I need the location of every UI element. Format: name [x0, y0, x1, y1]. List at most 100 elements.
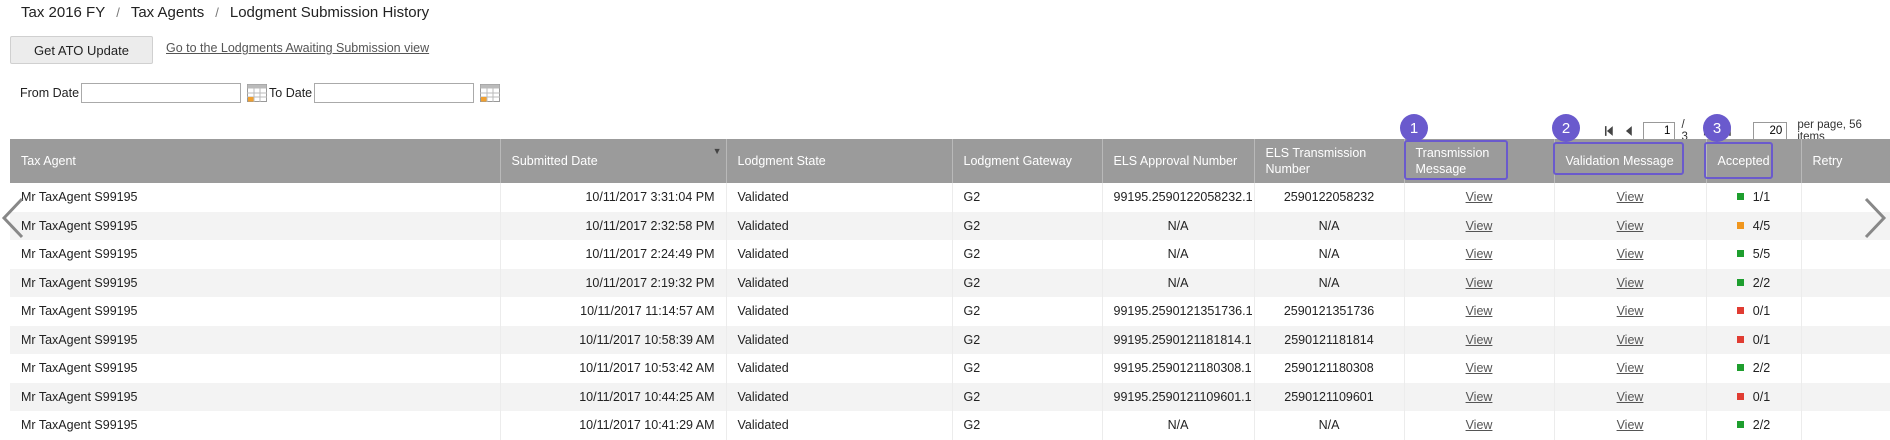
accepted-cell: 2/2: [1706, 268, 1802, 297]
transmission-message-view-link[interactable]: View: [1466, 276, 1493, 290]
retry-cell: [1801, 354, 1890, 383]
accepted-count: 2/2: [1752, 361, 1771, 376]
lodgment-gateway-cell: G2: [952, 325, 1103, 354]
validation-message-view-link[interactable]: View: [1617, 304, 1644, 318]
els-transmission-number-cell: 2590121180308: [1254, 354, 1405, 383]
accepted-count: 0/1: [1752, 332, 1771, 347]
scroll-right-arrow-icon[interactable]: [1862, 196, 1888, 240]
column-header-tax-agent[interactable]: Tax Agent: [10, 139, 501, 183]
els-transmission-number-cell: 2590121181814: [1254, 325, 1405, 354]
validation-message-view-link[interactable]: View: [1617, 418, 1644, 432]
lodgment-state-cell: Validated: [726, 411, 953, 440]
transmission-message-view-link[interactable]: View: [1466, 418, 1493, 432]
column-header-submitted-date[interactable]: Submitted Date ▼: [500, 139, 727, 183]
submitted-date-cell: 10/11/2017 10:58:39 AM: [500, 325, 727, 354]
status-green-icon: [1736, 278, 1744, 286]
submitted-date-cell: 10/11/2017 10:44:25 AM: [500, 382, 727, 411]
column-header-lodgment-state[interactable]: Lodgment State: [726, 139, 953, 183]
accepted-cell: 2/2: [1706, 411, 1802, 440]
validation-message-view-link[interactable]: View: [1617, 219, 1644, 233]
transmission-message-cell: View: [1404, 211, 1555, 240]
tax-agent-cell: Mr TaxAgent S99195: [10, 183, 501, 212]
sort-descending-icon: ▼: [712, 146, 722, 156]
submitted-date-cell: 10/11/2017 11:14:57 AM: [500, 297, 727, 326]
els-transmission-number-cell: N/A: [1254, 240, 1405, 269]
validation-message-cell: View: [1554, 297, 1707, 326]
table-row: Mr TaxAgent S99195 10/11/2017 3:31:04 PM V…: [10, 183, 1890, 212]
lodgment-state-cell: Validated: [726, 382, 953, 411]
breadcrumb-item-tax-agents[interactable]: Tax Agents: [131, 4, 204, 21]
lodgment-gateway-cell: G2: [952, 354, 1103, 383]
breadcrumb-item-current: Lodgment Submission History: [229, 4, 430, 21]
transmission-message-cell: View: [1404, 411, 1555, 440]
validation-message-view-link[interactable]: View: [1617, 390, 1644, 404]
els-approval-number-cell: N/A: [1102, 411, 1255, 440]
per-page-input[interactable]: [1753, 122, 1788, 140]
column-header-accepted[interactable]: Accepted: [1706, 139, 1802, 183]
els-approval-number-cell: 99195.2590121180308.1: [1102, 354, 1255, 383]
retry-cell: [1801, 325, 1890, 354]
breadcrumb-separator: /: [116, 5, 120, 20]
accepted-count: 0/1: [1752, 304, 1771, 319]
accepted-count: 2/2: [1752, 275, 1771, 290]
transmission-message-view-link[interactable]: View: [1466, 219, 1493, 233]
status-green-icon: [1736, 421, 1744, 429]
lodgment-state-cell: Validated: [726, 325, 953, 354]
column-header-retry[interactable]: Retry: [1801, 139, 1890, 183]
status-green-icon: [1736, 250, 1744, 258]
transmission-message-cell: View: [1404, 354, 1555, 383]
page-number-input[interactable]: [1643, 122, 1676, 140]
column-header-validation-message[interactable]: Validation Message: [1554, 139, 1707, 183]
breadcrumb-separator: /: [215, 5, 219, 20]
calendar-icon[interactable]: [247, 84, 268, 102]
first-page-icon[interactable]: [1604, 125, 1614, 137]
table-row: Mr TaxAgent S99195 10/11/2017 2:24:49 PM V…: [10, 240, 1890, 269]
accepted-cell: 0/1: [1706, 297, 1802, 326]
validation-message-cell: View: [1554, 325, 1707, 354]
from-date-input[interactable]: [81, 83, 242, 103]
to-date-input[interactable]: [314, 83, 475, 103]
column-header-els-transmission-number[interactable]: ELS Transmission Number: [1254, 139, 1405, 183]
validation-message-view-link[interactable]: View: [1617, 247, 1644, 261]
lodgment-gateway-cell: G2: [952, 297, 1103, 326]
breadcrumb-item-tax-year[interactable]: Tax 2016 FY: [21, 4, 105, 21]
awaiting-submission-link[interactable]: Go to the Lodgments Awaiting Submission …: [166, 41, 429, 55]
transmission-message-view-link[interactable]: View: [1466, 247, 1493, 261]
transmission-message-view-link[interactable]: View: [1466, 390, 1493, 404]
tax-agent-cell: Mr TaxAgent S99195: [10, 411, 501, 440]
validation-message-cell: View: [1554, 382, 1707, 411]
lodgment-state-cell: Validated: [726, 183, 953, 212]
validation-message-view-link[interactable]: View: [1617, 276, 1644, 290]
column-header-transmission-message[interactable]: Transmission Message: [1404, 139, 1555, 183]
validation-message-view-link[interactable]: View: [1617, 190, 1644, 204]
column-header-els-approval-number[interactable]: ELS Approval Number: [1102, 139, 1255, 183]
scroll-left-arrow-icon[interactable]: [0, 196, 26, 240]
lodgment-gateway-cell: G2: [952, 268, 1103, 297]
date-filter-row: From Date To Date: [20, 83, 501, 103]
get-ato-update-button[interactable]: Get ATO Update: [10, 36, 153, 64]
els-transmission-number-cell: N/A: [1254, 268, 1405, 297]
submitted-date-cell: 10/11/2017 10:41:29 AM: [500, 411, 727, 440]
table-row: Mr TaxAgent S99195 10/11/2017 10:53:42 AM…: [10, 354, 1890, 383]
retry-cell: [1801, 297, 1890, 326]
els-transmission-number-cell: N/A: [1254, 411, 1405, 440]
transmission-message-view-link[interactable]: View: [1466, 333, 1493, 347]
validation-message-view-link[interactable]: View: [1617, 333, 1644, 347]
validation-message-cell: View: [1554, 240, 1707, 269]
tax-agent-cell: Mr TaxAgent S99195: [10, 240, 501, 269]
transmission-message-view-link[interactable]: View: [1466, 190, 1493, 204]
transmission-message-view-link[interactable]: View: [1466, 304, 1493, 318]
validation-message-view-link[interactable]: View: [1617, 361, 1644, 375]
validation-message-cell: View: [1554, 211, 1707, 240]
transmission-message-view-link[interactable]: View: [1466, 361, 1493, 375]
breadcrumb: Tax 2016 FY / Tax Agents / Lodgment Subm…: [21, 4, 429, 21]
prev-page-icon[interactable]: [1624, 125, 1634, 137]
accepted-cell: 2/2: [1706, 354, 1802, 383]
calendar-icon[interactable]: [480, 84, 501, 102]
table-row: Mr TaxAgent S99195 10/11/2017 10:58:39 AM…: [10, 325, 1890, 354]
accepted-cell: 0/1: [1706, 382, 1802, 411]
table-row: Mr TaxAgent S99195 10/11/2017 2:32:58 PM V…: [10, 211, 1890, 240]
table-header-row: Tax Agent Submitted Date ▼ Lodgment Stat…: [10, 139, 1890, 183]
column-header-lodgment-gateway[interactable]: Lodgment Gateway: [952, 139, 1103, 183]
status-green-icon: [1736, 193, 1744, 201]
